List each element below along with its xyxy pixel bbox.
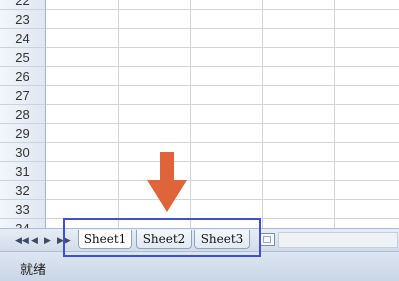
prev-sheet-icon[interactable]: ◀ — [31, 234, 38, 246]
row-header[interactable]: 22 — [0, 0, 46, 10]
status-text: 就绪 — [20, 262, 47, 277]
grid-row[interactable]: 23 — [0, 10, 399, 29]
row-header[interactable]: 24 — [0, 29, 46, 48]
spreadsheet-grid[interactable]: 22 23 24 25 26 27 28 29 30 31 32 33 — [0, 0, 399, 228]
grid-row[interactable]: 29 — [0, 124, 399, 143]
row-cells[interactable] — [46, 181, 399, 200]
row-header[interactable]: 31 — [0, 162, 46, 181]
row-header[interactable]: 29 — [0, 124, 46, 143]
grid-row[interactable]: 25 — [0, 48, 399, 67]
row-header[interactable]: 30 — [0, 143, 46, 162]
grid-row[interactable]: 27 — [0, 86, 399, 105]
row-header[interactable]: 33 — [0, 200, 46, 219]
next-sheet-icon[interactable]: ▶ — [44, 234, 51, 246]
grid-row[interactable]: 22 — [0, 0, 399, 10]
row-header[interactable]: 34 — [0, 219, 46, 228]
row-header[interactable]: 32 — [0, 181, 46, 200]
grid-row[interactable]: 32 — [0, 181, 399, 200]
insert-sheet-icon[interactable] — [259, 233, 275, 246]
row-cells[interactable] — [46, 48, 399, 67]
grid-row[interactable]: 31 — [0, 162, 399, 181]
row-header[interactable]: 26 — [0, 67, 46, 86]
first-sheet-icon[interactable]: ◀◀ — [15, 234, 29, 246]
grid-row[interactable]: 30 — [0, 143, 399, 162]
row-cells[interactable] — [46, 162, 399, 181]
row-cells[interactable] — [46, 86, 399, 105]
grid-row[interactable]: 24 — [0, 29, 399, 48]
grid-row[interactable]: 26 — [0, 67, 399, 86]
grid-row[interactable]: 33 — [0, 200, 399, 219]
row-header[interactable]: 25 — [0, 48, 46, 67]
highlight-box — [63, 218, 261, 257]
row-header[interactable]: 27 — [0, 86, 46, 105]
grid-row[interactable]: 28 — [0, 105, 399, 124]
row-cells[interactable] — [46, 0, 399, 10]
row-cells[interactable] — [46, 200, 399, 219]
row-cells[interactable] — [46, 10, 399, 29]
horizontal-scrollbar[interactable] — [278, 232, 398, 248]
arrow-down-icon — [147, 152, 187, 212]
row-cells[interactable] — [46, 67, 399, 86]
row-cells[interactable] — [46, 124, 399, 143]
row-cells[interactable] — [46, 105, 399, 124]
row-cells[interactable] — [46, 29, 399, 48]
row-cells[interactable] — [46, 143, 399, 162]
row-header[interactable]: 23 — [0, 10, 46, 29]
row-header[interactable]: 28 — [0, 105, 46, 124]
